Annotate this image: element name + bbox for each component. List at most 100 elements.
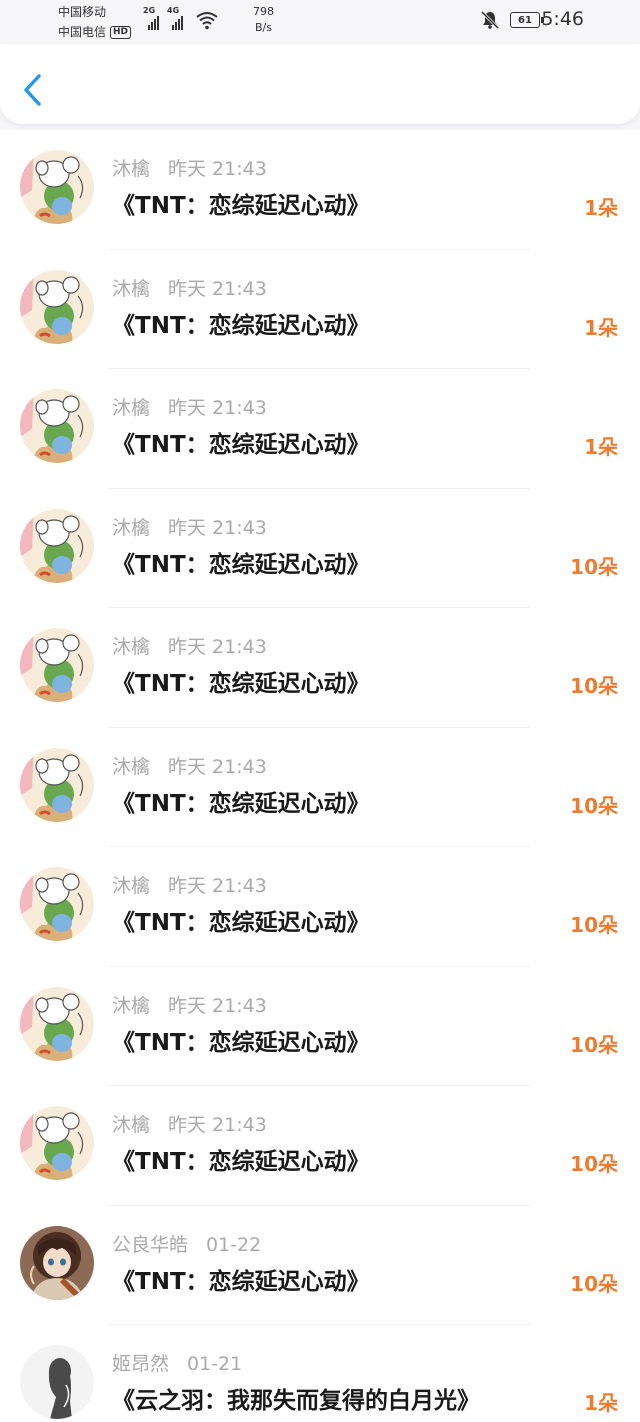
list-item[interactable]: 沐檎 昨天 21:43 《TNT：恋综延迟心动》 10朵 — [0, 488, 640, 608]
item-meta: 姬昂然 01-21 — [112, 1349, 242, 1376]
sender-name: 沐檎 — [112, 636, 151, 658]
silhouette-avatar-icon — [20, 1345, 94, 1419]
avatar[interactable] — [20, 389, 94, 463]
mouse-avatar-icon — [20, 508, 94, 583]
book-title: 《TNT：恋综延迟心动》 — [112, 551, 370, 578]
anime-girl-avatar-icon — [20, 1225, 94, 1300]
list-item[interactable]: 姬昂然 01-21 《云之羽：我那失而复得的白月光》 1朵 — [0, 1325, 640, 1422]
sender-name: 沐檎 — [112, 994, 151, 1017]
book-title: 《TNT：恋综延迟心动》 — [112, 312, 370, 339]
flower-count: 1朵 — [584, 1391, 618, 1415]
flower-count: 10朵 — [570, 913, 618, 937]
top-header — [0, 44, 640, 124]
avatar[interactable] — [20, 747, 94, 822]
chevron-left-icon — [24, 74, 41, 106]
gift-list-screen: 中国移动 中国电信 HD 2G 4G 798 B/s 61 5:46 沐檎 昨天… — [0, 0, 640, 1422]
book-title: 《TNT：恋综延迟心动》 — [112, 671, 370, 697]
sender-name: 公良华皓 — [112, 1233, 189, 1256]
book-title: 《云之羽：我那失而复得的白月光》 — [112, 1388, 480, 1414]
avatar[interactable] — [20, 867, 94, 941]
sender-name: 沐檎 — [112, 397, 151, 419]
book-title: 《TNT：恋综延迟心动》 — [112, 910, 370, 936]
item-time: 昨天 21:43 — [168, 875, 267, 897]
hd-badge: HD — [110, 25, 132, 39]
book-title: 《TNT：恋综延迟心动》 — [112, 432, 370, 458]
item-meta: 沐檎 昨天 21:43 — [112, 274, 267, 301]
mouse-avatar-icon — [20, 867, 94, 941]
list-item[interactable]: 沐檎 昨天 21:43 《TNT：恋综延迟心动》 10朵 — [0, 847, 640, 967]
item-time: 01-22 — [206, 1233, 262, 1256]
item-time: 昨天 21:43 — [168, 994, 267, 1017]
item-time: 昨天 21:43 — [168, 158, 267, 180]
battery-indicator: 61 — [510, 12, 544, 28]
carrier-info: 中国移动 中国电信 HD — [58, 2, 132, 42]
avatar[interactable] — [20, 1225, 94, 1300]
avatar[interactable] — [20, 508, 94, 583]
clock: 5:46 — [541, 8, 584, 30]
signal-indicators: 2G 4G — [143, 6, 219, 30]
flower-count: 10朵 — [570, 1271, 618, 1296]
list-item[interactable]: 沐檎 昨天 21:43 《TNT：恋综延迟心动》 10朵 — [0, 727, 640, 847]
list-item[interactable]: 公良华皓 01-22 《TNT：恋综延迟心动》 10朵 — [0, 1205, 640, 1325]
mouse-avatar-icon — [20, 628, 94, 702]
item-time: 昨天 21:43 — [168, 636, 267, 658]
item-meta: 沐檎 昨天 21:43 — [112, 752, 267, 779]
item-meta: 沐檎 昨天 21:43 — [112, 991, 267, 1018]
item-time: 昨天 21:43 — [168, 1114, 267, 1136]
item-meta: 沐檎 昨天 21:43 — [112, 393, 267, 420]
book-title: 《TNT：恋综延迟心动》 — [112, 790, 370, 817]
sender-name: 沐檎 — [112, 158, 151, 180]
book-title: 《TNT：恋综延迟心动》 — [112, 1029, 370, 1056]
item-meta: 沐檎 昨天 21:43 — [112, 154, 267, 181]
sender-name: 沐檎 — [112, 277, 151, 300]
gift-list: 沐檎 昨天 21:43 《TNT：恋综延迟心动》 1朵 沐檎 昨天 21:43 《T… — [0, 130, 640, 1422]
flower-count: 10朵 — [570, 793, 618, 818]
mouse-avatar-icon — [20, 1106, 94, 1180]
item-meta: 沐檎 昨天 21:43 — [112, 513, 267, 540]
mouse-avatar-icon — [20, 986, 94, 1061]
avatar[interactable] — [20, 628, 94, 702]
list-item[interactable]: 沐檎 昨天 21:43 《TNT：恋综延迟心动》 10朵 — [0, 966, 640, 1086]
list-item[interactable]: 沐檎 昨天 21:43 《TNT：恋综延迟心动》 1朵 — [0, 369, 640, 489]
wifi-icon — [196, 12, 218, 30]
flower-count: 1朵 — [584, 435, 618, 459]
item-time: 01-21 — [187, 1353, 243, 1375]
item-time: 昨天 21:43 — [168, 277, 267, 300]
list-item[interactable]: 沐檎 昨天 21:43 《TNT：恋综延迟心动》 10朵 — [0, 1086, 640, 1206]
item-time: 昨天 21:43 — [168, 516, 267, 539]
avatar[interactable] — [20, 269, 94, 344]
mouse-avatar-icon — [20, 389, 94, 463]
avatar[interactable] — [20, 1106, 94, 1180]
sim1-network-type: 2G — [143, 6, 156, 15]
list-item[interactable]: 沐檎 昨天 21:43 《TNT：恋综延迟心动》 1朵 — [0, 249, 640, 369]
carrier-2: 中国电信 — [58, 25, 107, 39]
book-title: 《TNT：恋综延迟心动》 — [112, 1149, 370, 1175]
item-meta: 沐檎 昨天 21:43 — [112, 1110, 267, 1137]
network-speed-value: 798 — [253, 5, 274, 18]
status-icons: 61 — [480, 10, 544, 30]
mouse-avatar-icon — [20, 150, 94, 224]
sender-name: 沐檎 — [112, 755, 151, 778]
mouse-avatar-icon — [20, 747, 94, 822]
sim2-signal-icon: 4G — [167, 6, 187, 30]
back-button[interactable] — [14, 70, 54, 110]
book-title: 《TNT：恋综延迟心动》 — [112, 193, 370, 219]
avatar[interactable] — [20, 986, 94, 1061]
flower-count: 1朵 — [584, 315, 618, 340]
item-time: 昨天 21:43 — [168, 397, 267, 419]
flower-count: 10朵 — [570, 674, 618, 698]
item-meta: 沐檎 昨天 21:43 — [112, 632, 267, 659]
avatar[interactable] — [20, 1345, 94, 1419]
sender-name: 沐檎 — [112, 516, 151, 539]
item-time: 昨天 21:43 — [168, 755, 267, 778]
status-bar: 中国移动 中国电信 HD 2G 4G 798 B/s 61 5:46 — [0, 0, 640, 44]
network-speed: 798 B/s — [253, 4, 274, 36]
flower-count: 10朵 — [570, 1152, 618, 1176]
list-item[interactable]: 沐檎 昨天 21:43 《TNT：恋综延迟心动》 10朵 — [0, 608, 640, 728]
sim1-signal-icon: 2G — [143, 6, 163, 30]
mouse-avatar-icon — [20, 269, 94, 344]
sender-name: 沐檎 — [112, 1114, 151, 1136]
book-title: 《TNT：恋综延迟心动》 — [112, 1268, 370, 1295]
list-item[interactable]: 沐檎 昨天 21:43 《TNT：恋综延迟心动》 1朵 — [0, 130, 640, 250]
avatar[interactable] — [20, 150, 94, 224]
